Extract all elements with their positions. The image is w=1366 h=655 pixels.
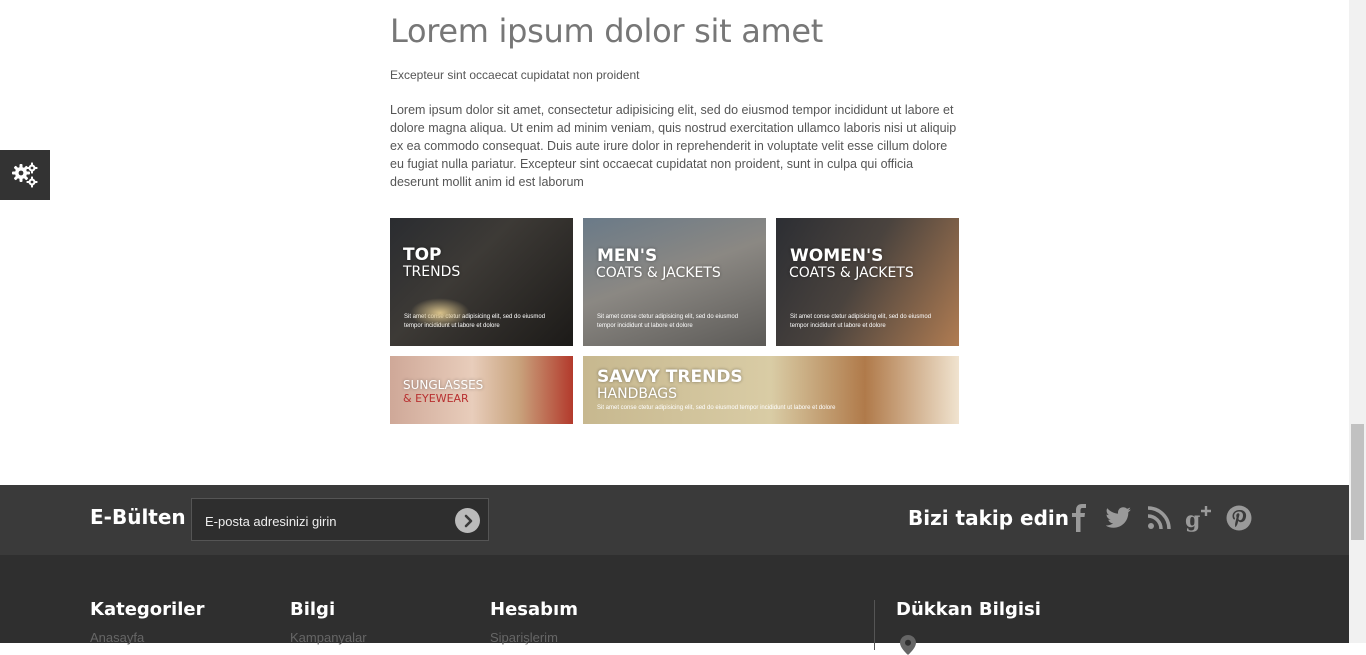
- newsletter-submit-button[interactable]: [455, 508, 480, 533]
- footer-col-title: Kategoriler: [90, 599, 205, 620]
- rss-link[interactable]: [1144, 503, 1174, 533]
- banner-top-trends[interactable]: TOP TRENDS Sit amet conse ctetur adipisi…: [390, 218, 573, 346]
- facebook-link[interactable]: [1064, 503, 1094, 533]
- banner-subheading: HANDBAGS: [597, 386, 678, 402]
- banner-heading: TOP: [403, 245, 442, 265]
- newsletter-form: [191, 498, 489, 541]
- banner-mens-coats[interactable]: MEN'S COATS & JACKETS Sit amet conse cte…: [583, 218, 766, 346]
- rss-icon: [1147, 506, 1171, 530]
- pinterest-link[interactable]: [1224, 503, 1254, 533]
- footer-col-title: Bilgi: [290, 599, 336, 620]
- settings-button[interactable]: [0, 150, 50, 200]
- chevron-right-icon: [464, 514, 472, 527]
- banner-caption: Sit amet conse ctetur adipisicing elit, …: [597, 314, 739, 329]
- banner-subheading: COATS & JACKETS: [596, 265, 721, 281]
- banner-subheading: TRENDS: [403, 264, 461, 280]
- banner-womens-coats[interactable]: WOMEN'S COATS & JACKETS Sit amet conse c…: [776, 218, 959, 346]
- banner-heading: SAVVY TRENDS: [597, 367, 743, 387]
- footer-col-categories: Kategoriler Anasayfa: [90, 599, 204, 645]
- twitter-icon: [1106, 507, 1131, 528]
- footer-col-account: Hesabım Siparişlerim: [490, 599, 578, 645]
- banner-heading: WOMEN'S: [790, 246, 884, 266]
- google-plus-icon: g: [1185, 506, 1211, 533]
- svg-text:g: g: [1185, 507, 1200, 533]
- page-title: Lorem ipsum dolor sit amet: [390, 12, 824, 50]
- footer: Kategoriler Anasayfa Bilgi Kampanyalar H…: [0, 555, 1349, 655]
- google-plus-link[interactable]: g: [1184, 503, 1214, 533]
- banner-caption: Sit amet conse ctetur adipisicing elit, …: [597, 405, 836, 411]
- banner-sunglasses[interactable]: SUNGLASSES & EYEWEAR: [390, 356, 573, 424]
- follow-title: Bizi takip edin: [908, 506, 1070, 530]
- twitter-link[interactable]: [1104, 503, 1134, 533]
- footer-col-title: Dükkan Bilgisi: [896, 599, 1041, 620]
- banner-subheading: & EYEWEAR: [403, 392, 469, 405]
- location-pin-icon: [900, 635, 916, 655]
- page-subtitle: Excepteur sint occaecat cupidatat non pr…: [390, 68, 640, 82]
- footer-col-info: Bilgi Kampanyalar: [290, 599, 367, 645]
- page-scrollbar[interactable]: [1349, 0, 1366, 643]
- newsletter-bar: E-Bülten Bizi takip edin g: [0, 485, 1349, 555]
- gears-icon: [12, 162, 38, 188]
- newsletter-email-input[interactable]: [203, 509, 447, 533]
- banner-heading: MEN'S: [597, 246, 658, 266]
- scrollbar-thumb[interactable]: [1351, 424, 1364, 540]
- banner-savvy-handbags[interactable]: SAVVY TRENDS HANDBAGS Sit amet conse cte…: [583, 356, 959, 424]
- banner-subheading: COATS & JACKETS: [789, 265, 914, 281]
- banner-caption: Sit amet conse ctetur adipisicing elit, …: [790, 314, 932, 329]
- article-body: Lorem ipsum dolor sit amet, consectetur …: [390, 103, 957, 189]
- footer-col-store-info: Dükkan Bilgisi: [896, 599, 1041, 655]
- facebook-icon: [1072, 504, 1086, 532]
- pinterest-icon: [1226, 505, 1252, 531]
- newsletter-title: E-Bülten: [90, 505, 186, 529]
- banner-caption: Sit amet conse ctetur adipisicing elit, …: [404, 314, 546, 329]
- footer-col-title: Hesabım: [490, 599, 578, 620]
